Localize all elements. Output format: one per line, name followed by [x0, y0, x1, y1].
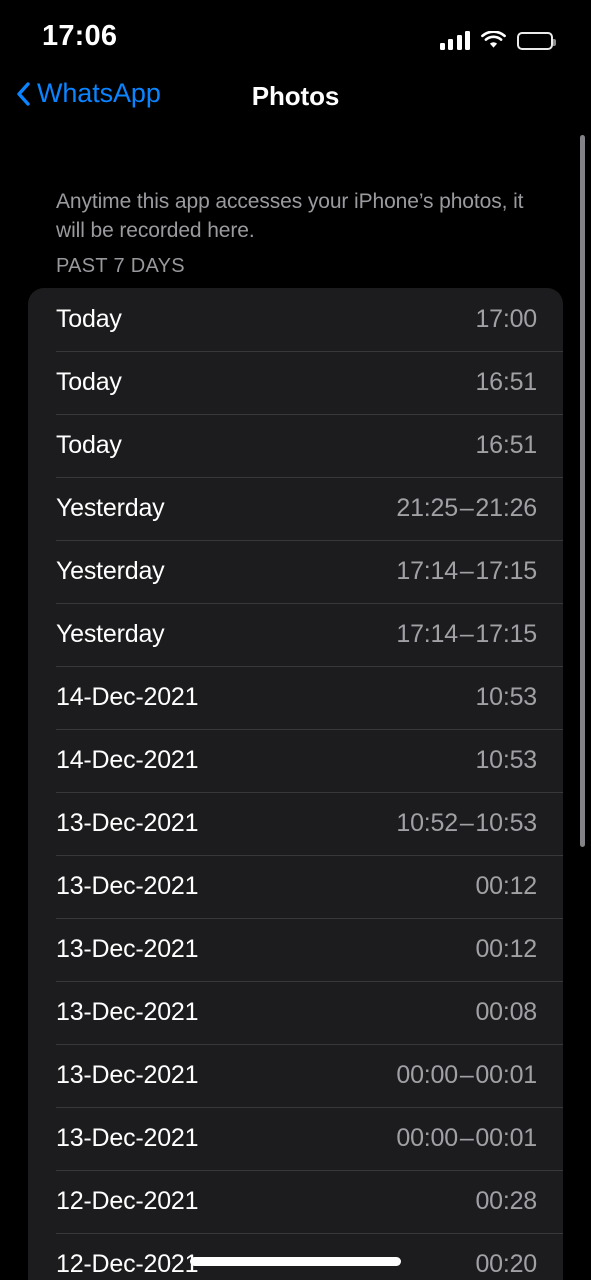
row-date: 13-Dec-2021 — [56, 1124, 199, 1152]
page-title: Photos — [251, 81, 340, 111]
table-row[interactable]: Today 17:00 — [28, 288, 563, 351]
table-row[interactable]: Today 16:51 — [28, 351, 563, 414]
table-row[interactable]: 13-Dec-2021 00:12 — [28, 855, 563, 918]
row-time: 17:00 — [475, 305, 537, 333]
row-date: 13-Dec-2021 — [56, 809, 199, 837]
row-date: 13-Dec-2021 — [56, 998, 199, 1026]
table-row[interactable]: Yesterday 17:14 – 17:15 — [28, 603, 563, 666]
row-date: 13-Dec-2021 — [56, 1061, 199, 1089]
table-row[interactable]: Yesterday 21:25 – 21:26 — [28, 477, 563, 540]
vertical-scrollbar[interactable] — [580, 135, 585, 847]
row-time: 00:08 — [475, 998, 537, 1026]
section-header: PAST 7 DAYS — [56, 255, 185, 277]
table-row[interactable]: 13-Dec-2021 00:00 – 00:01 — [28, 1107, 563, 1170]
row-time: 00:12 — [475, 935, 537, 963]
row-date: 13-Dec-2021 — [56, 872, 199, 900]
table-row[interactable]: 14-Dec-2021 10:53 — [28, 666, 563, 729]
row-time: 00:00 – 00:01 — [396, 1061, 537, 1089]
row-time: 17:14 – 17:15 — [396, 620, 537, 648]
row-time: 10:53 — [475, 746, 537, 774]
iphone-screen: 17:06 WhatsApp Photos Anytime this app a… — [0, 0, 591, 1280]
row-date: 12-Dec-2021 — [56, 1250, 199, 1278]
description-text: Anytime this app accesses your iPhone’s … — [56, 190, 524, 242]
row-date: 14-Dec-2021 — [56, 746, 199, 774]
wifi-icon — [481, 31, 506, 50]
row-time: 00:28 — [475, 1187, 537, 1215]
status-bar: 17:06 — [0, 0, 591, 64]
row-time: 00:20 — [475, 1250, 537, 1278]
row-time: 21:25 – 21:26 — [396, 494, 537, 522]
row-date: Yesterday — [56, 620, 165, 648]
table-row[interactable]: 12-Dec-2021 00:28 — [28, 1170, 563, 1233]
row-date: Today — [56, 305, 122, 333]
row-date: Today — [56, 368, 122, 396]
table-row[interactable]: 13-Dec-2021 00:08 — [28, 981, 563, 1044]
status-bar-clock: 17:06 — [42, 20, 118, 52]
row-date: 13-Dec-2021 — [56, 935, 199, 963]
battery-full-icon — [517, 32, 556, 50]
home-indicator[interactable] — [190, 1257, 401, 1266]
table-row[interactable]: 13-Dec-2021 10:52 – 10:53 — [28, 792, 563, 855]
row-time: 17:14 – 17:15 — [396, 557, 537, 585]
row-time: 00:12 — [475, 872, 537, 900]
row-date: Yesterday — [56, 557, 165, 585]
signal-bars-icon — [439, 31, 470, 50]
table-row[interactable]: 13-Dec-2021 00:00 – 00:01 — [28, 1044, 563, 1107]
row-time: 10:52 – 10:53 — [396, 809, 537, 837]
row-time: 16:51 — [475, 368, 537, 396]
row-date: 12-Dec-2021 — [56, 1187, 199, 1215]
row-time: 10:53 — [475, 683, 537, 711]
table-row[interactable]: Yesterday 17:14 – 17:15 — [28, 540, 563, 603]
row-time: 00:00 – 00:01 — [396, 1124, 537, 1152]
row-date: 14-Dec-2021 — [56, 683, 199, 711]
access-log-list: Today 17:00 Today 16:51 Today 16:51 Yesterday 2… — [28, 288, 563, 1280]
row-time: 16:51 — [475, 431, 537, 459]
table-row[interactable]: Today 16:51 — [28, 414, 563, 477]
row-date: Yesterday — [56, 494, 165, 522]
table-row[interactable]: 13-Dec-2021 00:12 — [28, 918, 563, 981]
table-row[interactable]: 14-Dec-2021 10:53 — [28, 729, 563, 792]
row-date: Today — [56, 431, 122, 459]
navigation-bar: WhatsApp Photos — [0, 64, 591, 136]
status-bar-indicators — [439, 24, 556, 50]
